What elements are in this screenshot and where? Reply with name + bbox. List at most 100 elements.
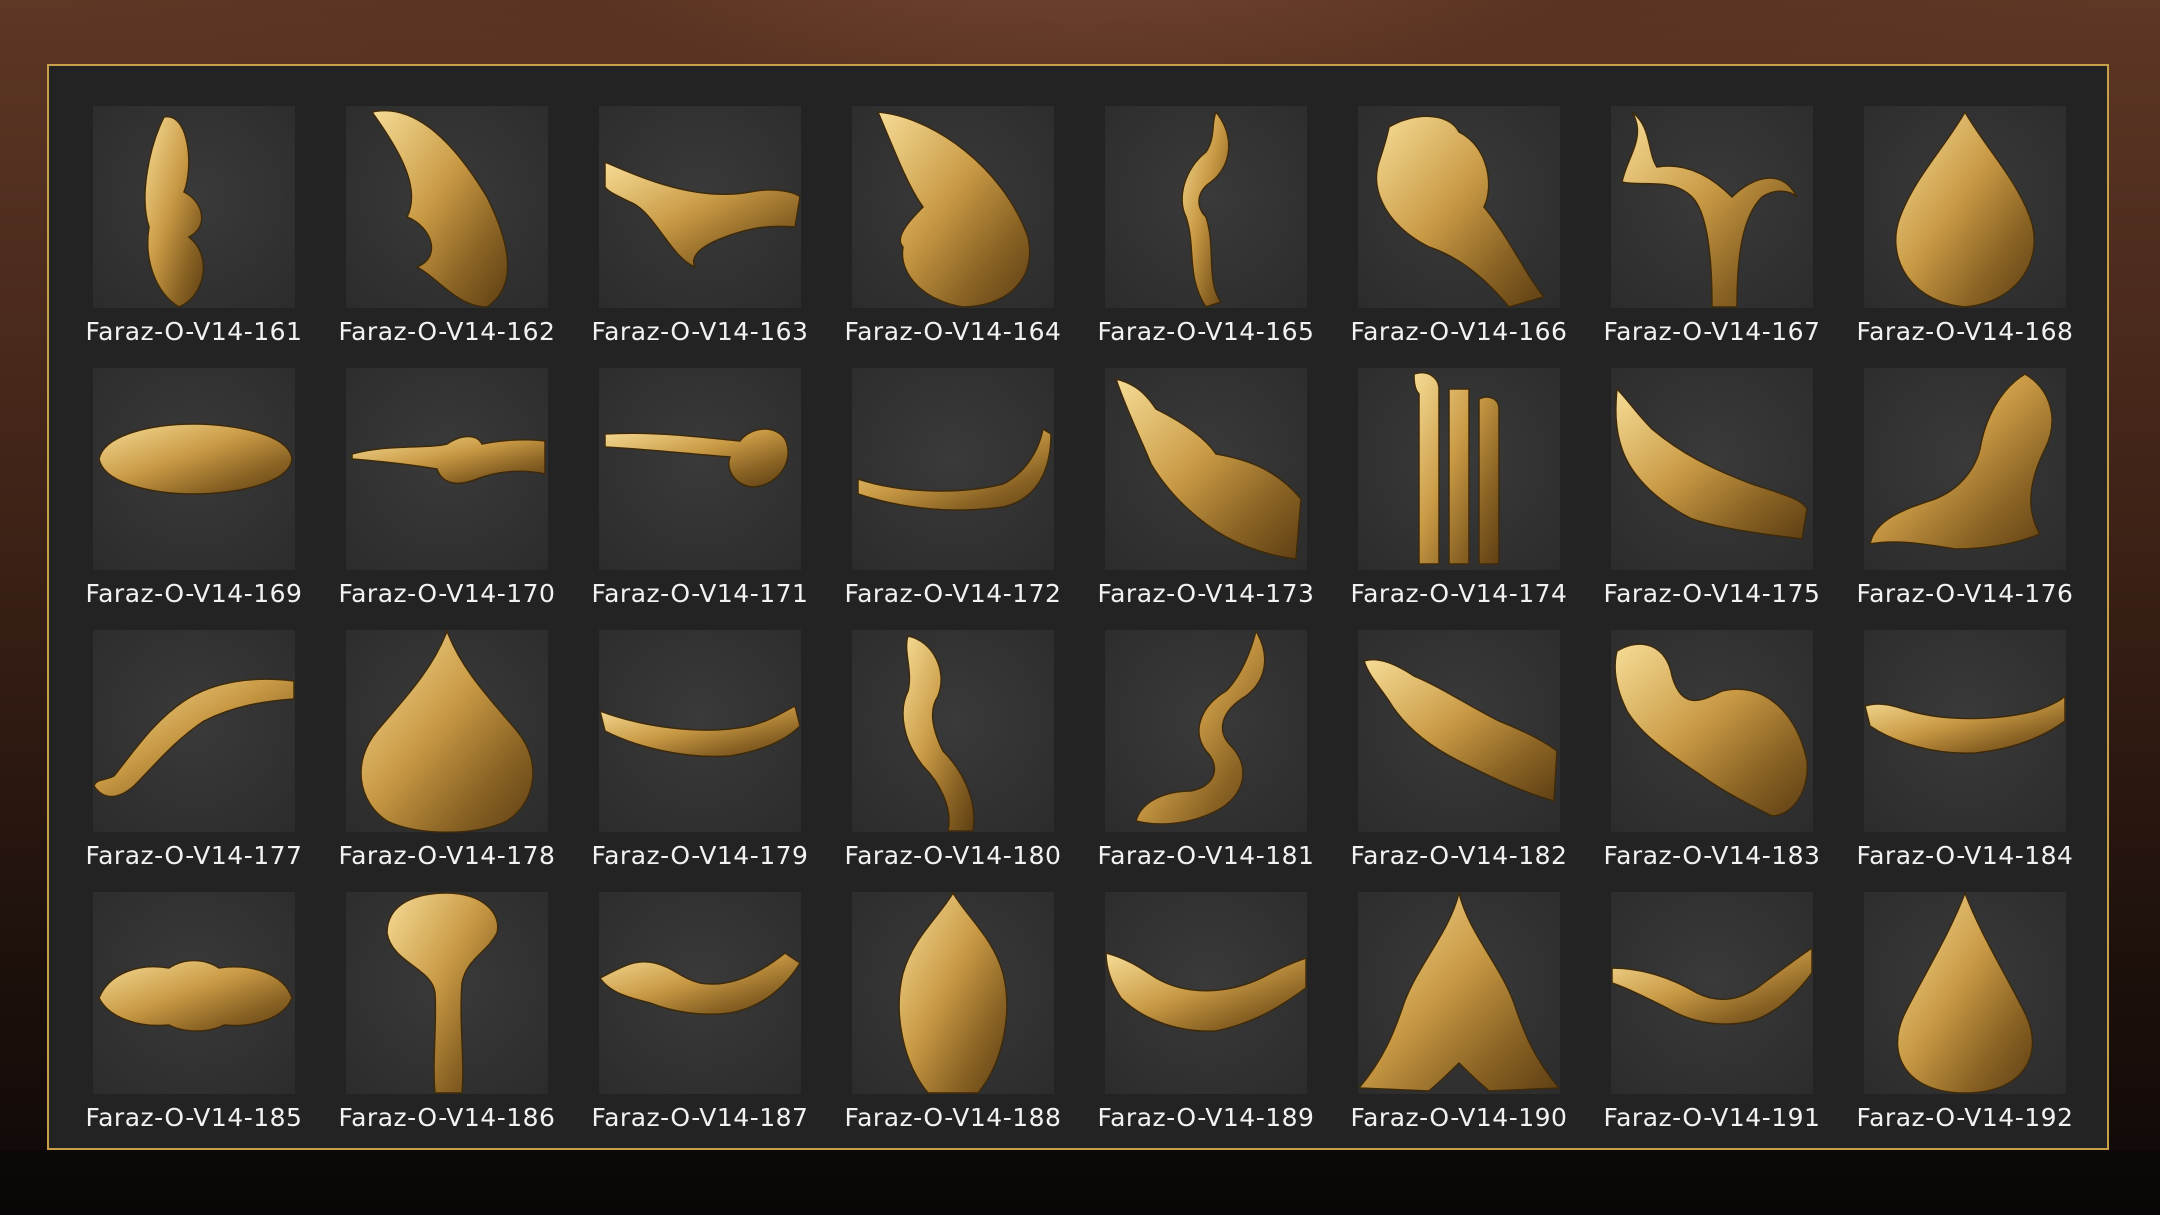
asset-tile-172[interactable]: Faraz-O-V14-172	[845, 368, 1061, 608]
asset-thumbnail[interactable]	[1358, 630, 1560, 832]
asset-thumbnail[interactable]	[93, 106, 295, 308]
ornament-187-icon	[598, 952, 802, 1016]
asset-label: Faraz-O-V14-184	[1856, 841, 2074, 870]
ornament-181-icon	[1135, 629, 1266, 825]
asset-thumbnail[interactable]	[599, 106, 801, 308]
ornament-165-icon	[1181, 110, 1230, 308]
asset-tile-188[interactable]: Faraz-O-V14-188	[845, 891, 1061, 1132]
ornament-161-icon	[144, 116, 205, 308]
asset-thumbnail[interactable]	[93, 368, 295, 570]
asset-label: Faraz-O-V14-163	[591, 317, 809, 346]
asset-tile-184[interactable]: Faraz-O-V14-184	[1857, 630, 2073, 870]
asset-grid: Faraz-O-V14-161 Faraz-O-V14-162 Faraz-O-…	[86, 106, 2073, 1132]
asset-tile-183[interactable]: Faraz-O-V14-183	[1604, 630, 1820, 870]
asset-thumbnail[interactable]	[1105, 368, 1307, 570]
asset-tile-186[interactable]: Faraz-O-V14-186	[339, 892, 555, 1132]
asset-tile-171[interactable]: Faraz-O-V14-171	[592, 368, 808, 608]
asset-tile-178[interactable]: Faraz-O-V14-178	[339, 628, 555, 870]
asset-thumbnail[interactable]	[346, 892, 548, 1094]
asset-thumbnail[interactable]	[1357, 892, 1561, 1094]
ornament-166-icon	[1375, 115, 1546, 308]
asset-tile-189[interactable]: Faraz-O-V14-189	[1098, 892, 1314, 1132]
asset-thumbnail[interactable]	[852, 106, 1054, 308]
asset-tile-179[interactable]: Faraz-O-V14-179	[592, 630, 808, 870]
asset-tile-191[interactable]: Faraz-O-V14-191	[1604, 892, 1820, 1132]
ornament-188-icon	[898, 891, 1008, 1094]
asset-tile-161[interactable]: Faraz-O-V14-161	[86, 106, 302, 346]
asset-label: Faraz-O-V14-186	[338, 1103, 556, 1132]
asset-thumbnail[interactable]	[1864, 630, 2066, 832]
asset-thumbnail[interactable]	[1358, 106, 1560, 308]
ornament-175-icon	[1615, 387, 1808, 540]
ornament-162-icon	[370, 109, 509, 308]
asset-thumbnail[interactable]	[598, 630, 801, 832]
asset-label: Faraz-O-V14-169	[85, 579, 303, 608]
asset-label: Faraz-O-V14-161	[85, 317, 303, 346]
asset-label: Faraz-O-V14-176	[1856, 579, 2074, 608]
asset-label: Faraz-O-V14-165	[1097, 317, 1315, 346]
ornament-192-icon	[1896, 890, 2034, 1094]
asset-thumbnail[interactable]	[852, 630, 1054, 832]
asset-thumbnail[interactable]	[1611, 368, 1813, 570]
asset-tile-187[interactable]: Faraz-O-V14-187	[592, 892, 808, 1132]
ornament-186-icon	[386, 892, 499, 1094]
asset-thumbnail[interactable]	[1358, 368, 1560, 570]
asset-thumbnail[interactable]	[1105, 106, 1307, 308]
ornament-174-icon	[1413, 372, 1500, 565]
asset-thumbnail[interactable]	[599, 368, 801, 570]
ornament-182-icon	[1363, 659, 1558, 802]
asset-tile-166[interactable]: Faraz-O-V14-166	[1351, 106, 1567, 346]
asset-thumbnail[interactable]	[1611, 892, 1813, 1094]
asset-thumbnail[interactable]	[93, 892, 295, 1094]
ornament-178-icon	[360, 628, 534, 833]
ornament-167-icon	[1621, 111, 1798, 308]
asset-thumbnail[interactable]	[346, 368, 548, 570]
asset-tile-180[interactable]: Faraz-O-V14-180	[845, 630, 1061, 870]
asset-tile-162[interactable]: Faraz-O-V14-162	[339, 106, 555, 346]
asset-thumbnail[interactable]	[1611, 630, 1813, 832]
asset-tile-190[interactable]: Faraz-O-V14-190	[1351, 892, 1567, 1132]
asset-tile-164[interactable]: Faraz-O-V14-164	[845, 106, 1061, 346]
asset-label: Faraz-O-V14-170	[338, 579, 556, 608]
ornament-177-icon	[93, 678, 295, 798]
asset-label: Faraz-O-V14-175	[1603, 579, 1821, 608]
asset-thumbnail[interactable]	[346, 628, 548, 833]
asset-thumbnail[interactable]	[852, 891, 1054, 1094]
asset-tile-169[interactable]: Faraz-O-V14-169	[86, 368, 302, 608]
asset-tile-163[interactable]: Faraz-O-V14-163	[592, 106, 808, 346]
asset-thumbnail[interactable]	[346, 106, 548, 308]
asset-thumbnail[interactable]	[598, 892, 802, 1094]
ornament-170-icon	[351, 435, 546, 485]
asset-label: Faraz-O-V14-171	[591, 579, 809, 608]
asset-thumbnail[interactable]	[1864, 368, 2066, 570]
asset-tile-174[interactable]: Faraz-O-V14-174	[1351, 368, 1567, 608]
asset-thumbnail[interactable]	[1611, 106, 1813, 308]
asset-tile-175[interactable]: Faraz-O-V14-175	[1604, 368, 1820, 608]
ornament-191-icon	[1611, 946, 1813, 1025]
asset-tile-181[interactable]: Faraz-O-V14-181	[1098, 629, 1314, 870]
asset-label: Faraz-O-V14-189	[1097, 1103, 1315, 1132]
asset-thumbnail[interactable]	[1864, 890, 2066, 1094]
asset-tile-192[interactable]: Faraz-O-V14-192	[1857, 890, 2073, 1132]
asset-tile-170[interactable]: Faraz-O-V14-170	[339, 368, 555, 608]
asset-tile-173[interactable]: Faraz-O-V14-173	[1098, 368, 1314, 608]
asset-tile-182[interactable]: Faraz-O-V14-182	[1351, 630, 1567, 870]
ornament-189-icon	[1105, 952, 1307, 1032]
asset-thumbnail[interactable]	[1864, 106, 2066, 308]
asset-tile-185[interactable]: Faraz-O-V14-185	[86, 892, 302, 1132]
asset-tile-167[interactable]: Faraz-O-V14-167	[1604, 106, 1820, 346]
asset-thumbnail[interactable]	[1105, 629, 1307, 832]
asset-tile-165[interactable]: Faraz-O-V14-165	[1098, 106, 1314, 346]
asset-label: Faraz-O-V14-190	[1350, 1103, 1568, 1132]
asset-thumbnail[interactable]	[93, 630, 295, 832]
ornament-163-icon	[604, 160, 801, 269]
ornament-176-icon	[1869, 373, 2053, 550]
asset-thumbnail[interactable]	[852, 368, 1054, 570]
asset-tile-176[interactable]: Faraz-O-V14-176	[1857, 368, 2073, 608]
asset-label: Faraz-O-V14-173	[1097, 579, 1315, 608]
asset-thumbnail[interactable]	[1105, 892, 1307, 1094]
asset-tile-168[interactable]: Faraz-O-V14-168	[1857, 106, 2073, 346]
asset-tile-177[interactable]: Faraz-O-V14-177	[86, 630, 302, 870]
ornament-179-icon	[598, 704, 801, 758]
asset-label: Faraz-O-V14-183	[1603, 841, 1821, 870]
